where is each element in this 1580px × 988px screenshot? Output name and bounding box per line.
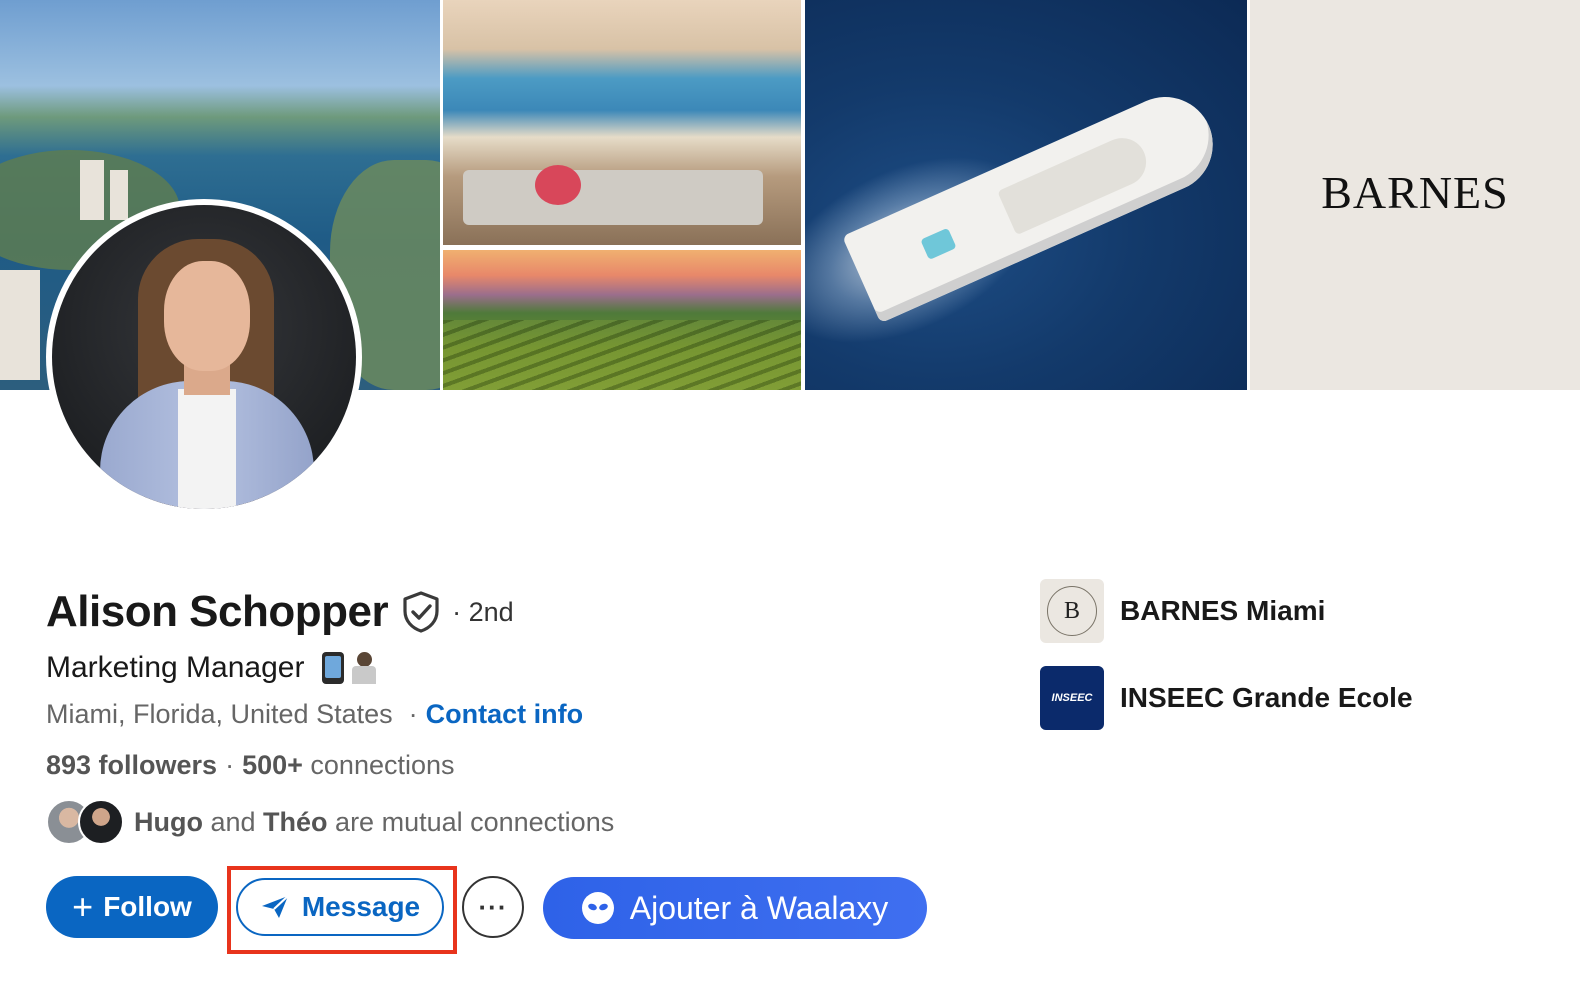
name-row: Alison Schopper · 2nd: [46, 584, 514, 640]
network-stats: 893 followers · 500+ connections: [46, 746, 455, 784]
mutual-and: and: [202, 806, 264, 837]
alien-icon: [581, 892, 614, 924]
mutual-suffix: are mutual connections: [327, 806, 615, 837]
org-name: INSEEC Grande Ecole: [1120, 682, 1413, 713]
more-actions-button[interactable]: ···: [462, 876, 524, 938]
profile-name: Alison Schopper: [46, 587, 389, 636]
org-barnes-miami[interactable]: B BARNES Miami: [1040, 579, 1325, 643]
inseec-logo: INSEEC: [1040, 666, 1104, 730]
headline-text: Marketing Manager: [46, 651, 305, 684]
waalaxy-label: Ajouter à Waalaxy: [629, 889, 889, 926]
mutual-name-1: Hugo: [134, 806, 203, 837]
more-icon: ···: [478, 891, 508, 922]
separator-dot: ·: [408, 698, 418, 729]
org-inseec[interactable]: INSEEC INSEEC Grande Ecole: [1040, 666, 1413, 730]
person-laptop-icon: [348, 652, 380, 684]
mutual-connections[interactable]: Hugo and Théo are mutual connections: [46, 798, 614, 846]
verified-shield-icon[interactable]: [402, 591, 440, 633]
connection-degree: · 2nd: [452, 596, 514, 627]
follow-button[interactable]: + Follow: [46, 876, 218, 938]
send-icon: [261, 895, 289, 918]
banner-terrace-photo: [443, 0, 801, 245]
mutual-avatars: [46, 799, 126, 845]
profile-location: Miami, Florida, United States: [46, 698, 393, 729]
banner-vineyard-photo: [443, 250, 801, 390]
barnes-logo-letter: B: [1047, 586, 1097, 636]
location-row: Miami, Florida, United States · Contact …: [46, 695, 583, 733]
follow-label: Follow: [103, 891, 192, 922]
banner-brand-panel: BARNES: [1250, 0, 1580, 390]
separator-dot: ·: [225, 749, 235, 780]
profile-headline: Marketing Manager: [46, 648, 380, 688]
connections-label: connections: [302, 749, 455, 780]
inseec-logo-text: INSEEC: [1051, 692, 1093, 704]
barnes-logo: B: [1040, 579, 1104, 643]
add-to-waalaxy-button[interactable]: Ajouter à Waalaxy: [543, 877, 927, 939]
org-name: BARNES Miami: [1120, 595, 1326, 626]
followers-count[interactable]: 893 followers: [46, 750, 217, 781]
message-label: Message: [301, 891, 421, 922]
message-button[interactable]: Message: [236, 878, 444, 936]
avatar: [78, 799, 124, 845]
connections-count[interactable]: 500+: [242, 750, 303, 781]
mutual-name-2: Théo: [263, 806, 328, 837]
banner-yacht-photo: [805, 0, 1247, 390]
contact-info-link[interactable]: Contact info: [426, 699, 583, 730]
headline-emoji: [322, 652, 380, 684]
mobile-phone-icon: [322, 652, 345, 684]
plus-icon: +: [72, 886, 94, 927]
profile-avatar[interactable]: [46, 199, 362, 515]
brand-logo-text: BARNES: [1321, 167, 1509, 218]
